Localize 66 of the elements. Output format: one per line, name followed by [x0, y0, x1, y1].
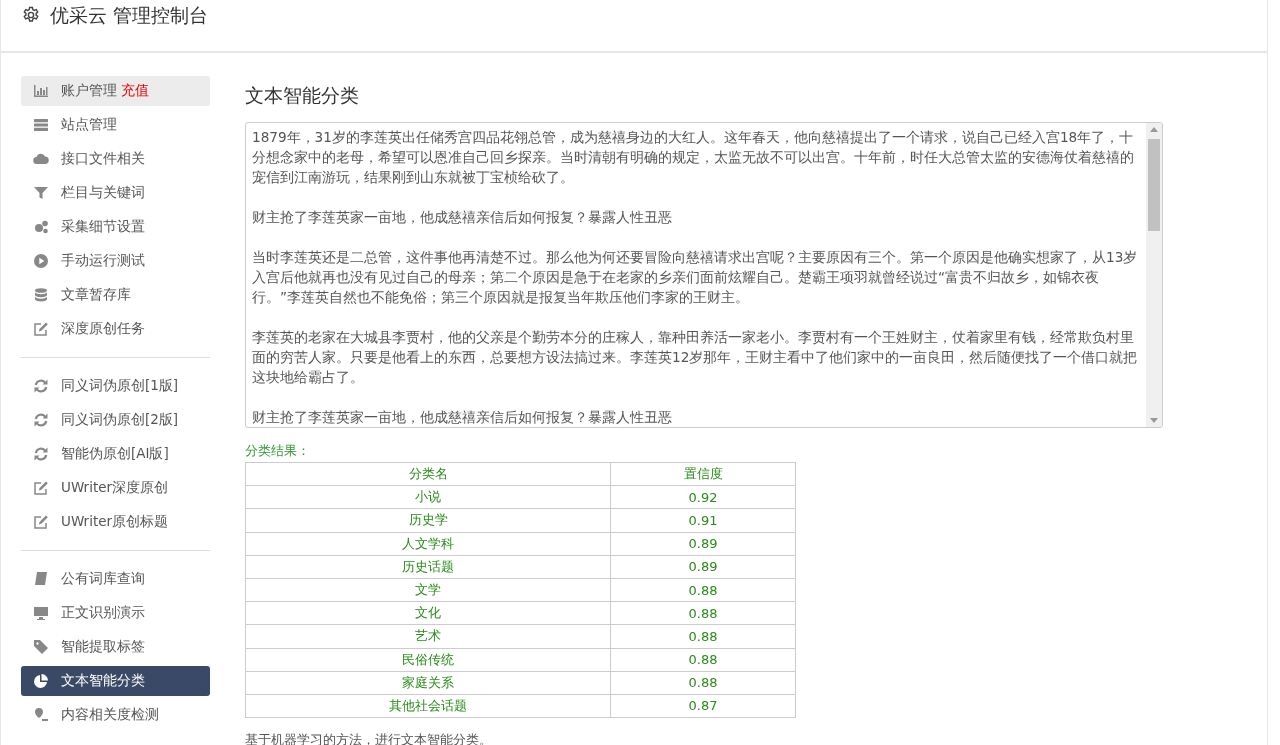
table-cell: 0.91 [610, 508, 796, 533]
edit-icon [33, 480, 49, 496]
refresh-icon [33, 412, 49, 428]
tag-icon [33, 639, 49, 655]
sidebar-item[interactable]: 内容相关度检测 [21, 700, 210, 730]
refresh-icon [33, 446, 49, 462]
sidebar-item[interactable]: 手动运行测试 [21, 246, 210, 276]
table-cell: 0.89 [610, 555, 796, 579]
sidebar-item[interactable]: 正文识别演示 [21, 598, 210, 628]
scroll-down-icon[interactable] [1150, 418, 1158, 423]
filter-icon [33, 185, 49, 201]
table-cell: 其他社会话题 [245, 694, 611, 718]
text-area[interactable]: 1879年，31岁的李莲英出任储秀宫四品花翎总管，成为慈禧身边的大红人。这年春天，他向慈禧提出了一个请求，说自己已经入宫18年了，十分想念家中的老母，希望可以恩准自己回乡探亲。当时清朝有明确的规定，太监无故不可以出宫。十年前，时任大总管太监的安德海仗着慈禧的宠信到江南游玩，结果刚到山东就被丁宝桢给砍了。 财主抢了李莲英家一亩地，他成慈禧亲信后如何报复？暴露人性丑恶 当时李莲英还是二总管，这件事他再清楚不过。那么他为何还要冒险向慈禧请求出宫呢？主要原因有三个。第一个原因是他确实想家了，从13岁入宫后他就再也没有见过自己的母亲；第二个原因是急于在老家的乡亲们面前炫耀自己。楚霸王项羽就曾经说过“富贵不归故乡，如锦衣夜行。”李莲英自然也不能免俗；第三个原因就是报复当年欺压他们李家的王财主。 李莲英的老家在大城县李贾村，他的父亲是个勤劳本分的庄稼人，靠种田养活一家老小。李贾村有一个王姓财主，仗着家里有钱，经常欺负村里面的穷苦人家。只要是他看上的东西，总要想方设法搞过来。李莲英12岁那年，王财主看中了他们家中的一亩良田，然后随便找了一个借口就把这块地给霸占了。 财主抢了李莲英家一亩地，他成慈禧亲信后如何报复？暴露人性丑恶 [245, 122, 1163, 428]
app-title: 优采云 管理控制台 [50, 3, 209, 28]
table-cell: 0.89 [610, 532, 796, 556]
table-cell: 0.87 [610, 694, 796, 718]
page-title: 文本智能分类 [245, 83, 360, 108]
play-icon [33, 253, 49, 269]
table-cell: 小说 [245, 485, 611, 509]
sidebar-item[interactable]: 栏目与关键词 [21, 178, 210, 208]
table-cell: 艺术 [245, 624, 611, 648]
table-cell: 文化 [245, 601, 611, 625]
column-header: 置信度 [610, 462, 796, 486]
server-icon [33, 117, 49, 133]
table-cell: 历史学 [245, 508, 611, 533]
sidebar-item[interactable]: 公有词库查询 [21, 564, 210, 594]
column-header: 分类名 [245, 462, 611, 486]
sidebar-item[interactable]: 智能提取标签 [21, 632, 210, 662]
table-cell: 0.88 [610, 624, 796, 648]
table-cell: 历史话题 [245, 555, 611, 579]
table-cell: 文学 [245, 578, 611, 602]
table-cell: 0.88 [610, 601, 796, 625]
sidebar-item[interactable]: 智能伪原创[AI版] [21, 439, 210, 469]
sidebar-item[interactable]: 站点管理 [21, 110, 210, 140]
edit-icon [33, 514, 49, 530]
table-cell: 0.92 [610, 485, 796, 509]
table-cell: 民俗传统 [245, 648, 611, 672]
sidebar-item[interactable]: 深度原创任务 [21, 314, 210, 344]
bar-chart-icon [33, 83, 49, 99]
scroll-thumb[interactable] [1148, 139, 1160, 231]
table-cell: 人文学科 [245, 532, 611, 556]
table-cell: 0.88 [610, 578, 796, 602]
sidebar-item[interactable]: 采集细节设置 [21, 212, 210, 242]
sidebar-item[interactable]: 同义词伪原创[1版] [21, 371, 210, 401]
table-cell: 0.88 [610, 648, 796, 672]
sidebar-item[interactable]: 接口文件相关 [21, 144, 210, 174]
sidebar-item[interactable]: UWriter深度原创 [21, 473, 210, 503]
refresh-icon [33, 378, 49, 394]
settings-icon [22, 6, 40, 24]
cloud-upload-icon [33, 151, 49, 167]
sidebar-item[interactable]: 同义词伪原创[2版] [21, 405, 210, 435]
scrollbar[interactable] [1146, 123, 1162, 427]
database-icon [33, 287, 49, 303]
sidebar-item[interactable]: UWriter原创标题 [21, 507, 210, 537]
sidebar-item[interactable]: 文章暂存库 [21, 280, 210, 310]
monitor-icon [33, 605, 49, 621]
scroll-up-icon[interactable] [1150, 127, 1158, 132]
sidebar-item[interactable]: 文本智能分类 [21, 666, 210, 696]
result-label: 分类结果： [245, 442, 311, 460]
pie-chart-icon [33, 673, 49, 689]
table-cell: 0.88 [610, 671, 796, 695]
description: 基于机器学习的方法，进行文本智能分类。 [245, 731, 493, 745]
sidebar-item[interactable]: 账户管理 充值 [21, 76, 210, 106]
edit-icon [33, 321, 49, 337]
pin-icon [33, 707, 49, 723]
table-cell: 家庭关系 [245, 671, 611, 695]
